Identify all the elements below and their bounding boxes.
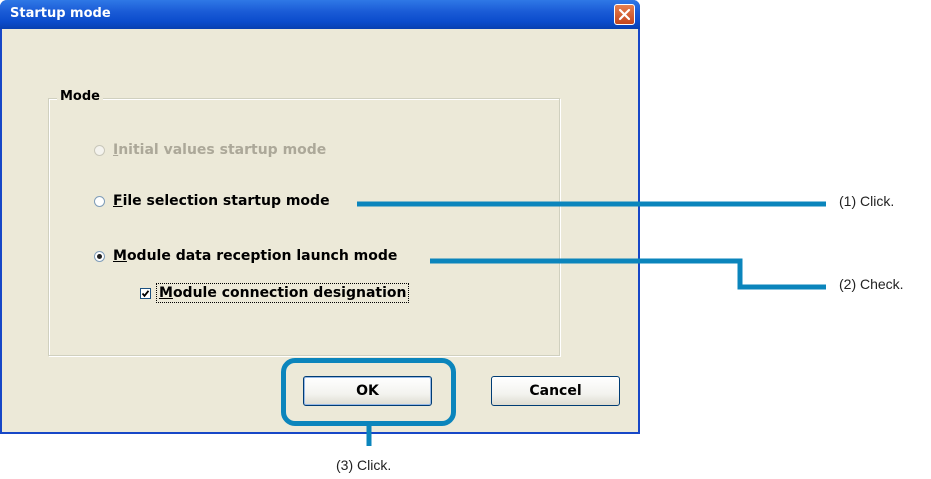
leader-line-step2: [430, 258, 826, 290]
step3-callout: (3) Click.: [336, 457, 392, 473]
step1-callout: (1) Click.: [839, 193, 895, 209]
step2-callout: (2) Check.: [839, 276, 904, 292]
screenshot-stage: Startup mode Mode Initial values startup…: [0, 0, 931, 479]
callout-leader-lines: [357, 201, 826, 446]
